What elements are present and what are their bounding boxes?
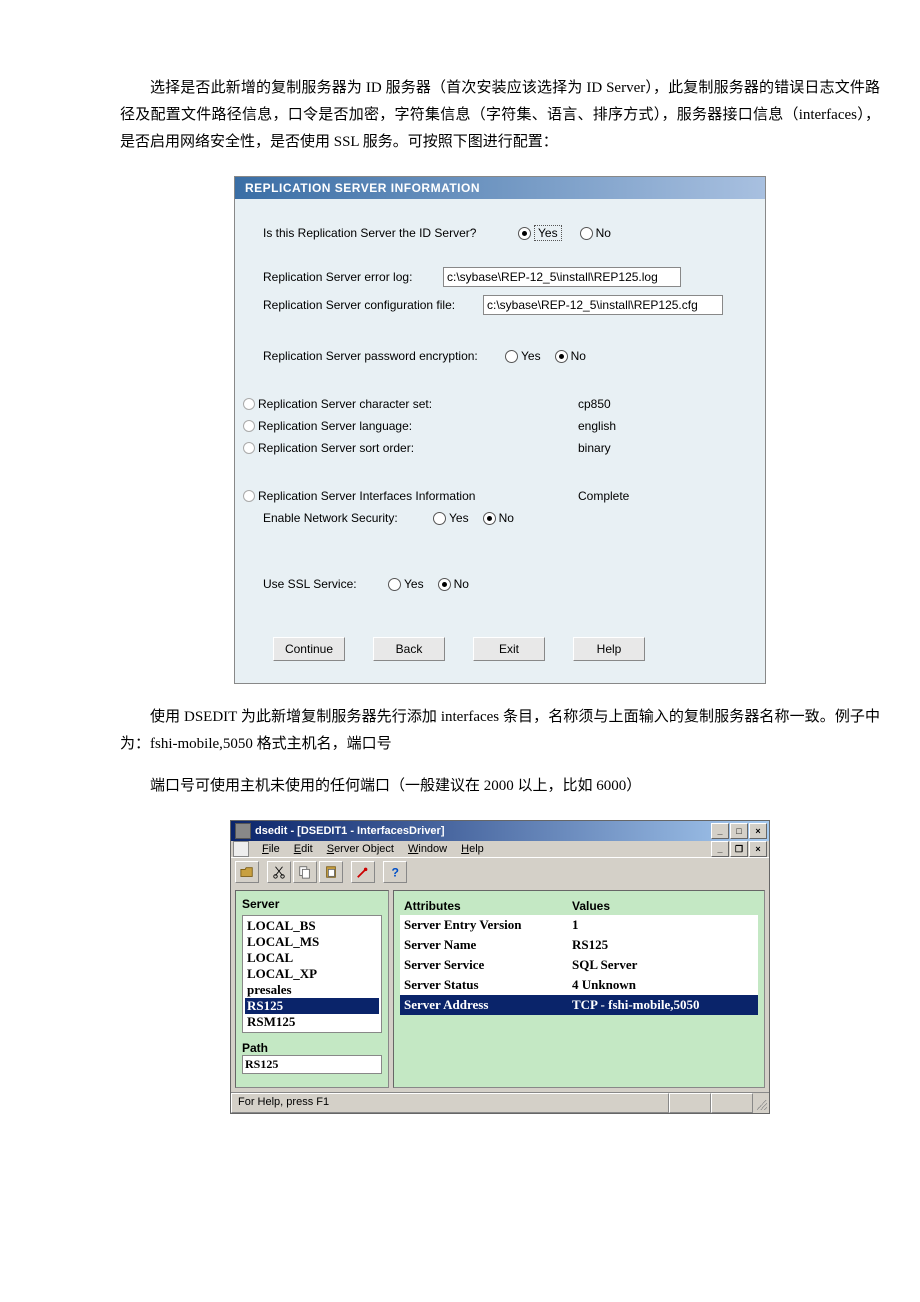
config-file-label: Replication Server configuration file: [263, 298, 483, 312]
paste-icon[interactable] [319, 861, 343, 883]
sort-radio[interactable] [243, 442, 255, 454]
server-panel: Server LOCAL_BS LOCAL_MS LOCAL LOCAL_XP … [235, 890, 389, 1088]
body-paragraph-1: 选择是否此新增的复制服务器为 ID 服务器（首次安装应该选择为 ID Serve… [40, 75, 920, 156]
id-server-label: Is this Replication Server the ID Server… [263, 226, 518, 240]
server-header: Server [242, 897, 382, 911]
list-item[interactable]: RSM125 [245, 1014, 379, 1030]
list-item[interactable]: LOCAL_MS [245, 934, 379, 950]
charset-label: Replication Server character set: [258, 397, 578, 411]
pwd-yes-radio[interactable] [505, 350, 518, 363]
path-label: Path [242, 1041, 382, 1055]
screenshot-dsedit: dsedit - [DSEDIT1 - InterfacesDriver] _ … [230, 820, 770, 1114]
open-icon[interactable] [235, 861, 259, 883]
menu-serverobject[interactable]: Server Object [320, 842, 401, 856]
app-icon [235, 823, 251, 839]
dsedit-toolbar: ? [231, 857, 769, 886]
continue-button[interactable]: Continue [273, 637, 345, 661]
error-log-label: Replication Server error log: [263, 270, 443, 284]
table-row[interactable]: Server Name RS125 [400, 935, 758, 955]
id-server-no-radio[interactable] [580, 227, 593, 240]
language-label: Replication Server language: [258, 419, 578, 433]
interfaces-label: Replication Server Interfaces Informatio… [258, 489, 578, 503]
netsec-no-label: No [499, 511, 514, 525]
sort-label: Replication Server sort order: [258, 441, 578, 455]
ssl-no-label: No [454, 577, 469, 591]
dsedit-titlebar: dsedit - [DSEDIT1 - InterfacesDriver] _ … [231, 821, 769, 841]
ssl-no-radio[interactable] [438, 578, 451, 591]
interfaces-radio[interactable] [243, 490, 255, 502]
sort-value: binary [578, 441, 611, 455]
help-button[interactable]: Help [573, 637, 645, 661]
dsedit-title: dsedit - [DSEDIT1 - InterfacesDriver] [255, 825, 445, 837]
table-row[interactable]: Server Entry Version 1 [400, 915, 758, 935]
maximize-button[interactable]: □ [730, 823, 748, 839]
menu-window[interactable]: Window [401, 842, 454, 856]
table-row-selected[interactable]: Server Address TCP - fshi-mobile,5050 [400, 995, 758, 1015]
charset-radio[interactable] [243, 398, 255, 410]
config-file-input[interactable] [483, 295, 723, 315]
copy-icon[interactable] [293, 861, 317, 883]
status-text: For Help, press F1 [231, 1093, 669, 1113]
netsec-yes-radio[interactable] [433, 512, 446, 525]
language-radio[interactable] [243, 420, 255, 432]
body-paragraph-2: 使用 DSEDIT 为此新增复制服务器先行添加 interfaces 条目，名称… [40, 704, 920, 758]
pwd-no-label: No [571, 349, 586, 363]
table-row[interactable]: Server Service SQL Server [400, 955, 758, 975]
ssl-label: Use SSL Service: [263, 577, 388, 591]
charset-value: cp850 [578, 397, 611, 411]
status-cell [711, 1093, 753, 1113]
help-icon[interactable]: ? [383, 861, 407, 883]
body-paragraph-3: 端口号可使用主机未使用的任何端口（一般建议在 2000 以上，比如 6000） [40, 773, 920, 800]
values-header: Values [568, 897, 758, 915]
cut-icon[interactable] [267, 861, 291, 883]
id-server-no-label: No [596, 226, 611, 240]
interfaces-value: Complete [578, 489, 629, 503]
back-button[interactable]: Back [373, 637, 445, 661]
attributes-panel: Attributes Values Server Entry Version 1… [393, 890, 765, 1088]
svg-text:?: ? [392, 865, 399, 879]
mdi-restore-button[interactable]: ❐ [730, 841, 748, 857]
list-item[interactable]: presales [245, 982, 379, 998]
mdi-minimize-button[interactable]: _ [711, 841, 729, 857]
resize-grip-icon[interactable] [753, 1094, 769, 1112]
menu-edit[interactable]: Edit [287, 842, 320, 856]
status-cell [669, 1093, 711, 1113]
netsec-yes-label: Yes [449, 511, 469, 525]
error-log-input[interactable] [443, 267, 681, 287]
exit-button[interactable]: Exit [473, 637, 545, 661]
menu-file[interactable]: File [255, 842, 287, 856]
ssl-yes-radio[interactable] [388, 578, 401, 591]
pwd-yes-label: Yes [521, 349, 541, 363]
list-item-selected[interactable]: RS125 [245, 998, 379, 1014]
pwd-encrypt-label: Replication Server password encryption: [263, 349, 505, 363]
pwd-no-radio[interactable] [555, 350, 568, 363]
id-server-yes-label: Yes [534, 225, 562, 241]
mdi-icon [233, 841, 249, 857]
dsedit-menubar: File Edit Server Object Window Help _ ❐ … [231, 841, 769, 857]
mdi-close-button[interactable]: × [749, 841, 767, 857]
path-input[interactable] [242, 1055, 382, 1074]
ping-icon[interactable] [351, 861, 375, 883]
dsedit-statusbar: For Help, press F1 [231, 1092, 769, 1113]
language-value: english [578, 419, 616, 433]
menu-help[interactable]: Help [454, 842, 491, 856]
close-button[interactable]: × [749, 823, 767, 839]
id-server-yes-radio[interactable] [518, 227, 531, 240]
list-item[interactable]: LOCAL_BS [245, 918, 379, 934]
list-item[interactable]: LOCAL_XP [245, 966, 379, 982]
ssl-yes-label: Yes [404, 577, 424, 591]
screenshot-replication-server: REPLICATION SERVER INFORMATION Is this R… [234, 176, 766, 684]
window-title: REPLICATION SERVER INFORMATION [235, 177, 765, 199]
netsec-label: Enable Network Security: [263, 511, 433, 525]
server-list[interactable]: LOCAL_BS LOCAL_MS LOCAL LOCAL_XP presale… [242, 915, 382, 1033]
netsec-no-radio[interactable] [483, 512, 496, 525]
list-item[interactable]: LOCAL [245, 950, 379, 966]
table-row[interactable]: Server Status 4 Unknown [400, 975, 758, 995]
minimize-button[interactable]: _ [711, 823, 729, 839]
attr-header: Attributes [400, 897, 568, 915]
attributes-table: Attributes Values Server Entry Version 1… [400, 897, 758, 1015]
